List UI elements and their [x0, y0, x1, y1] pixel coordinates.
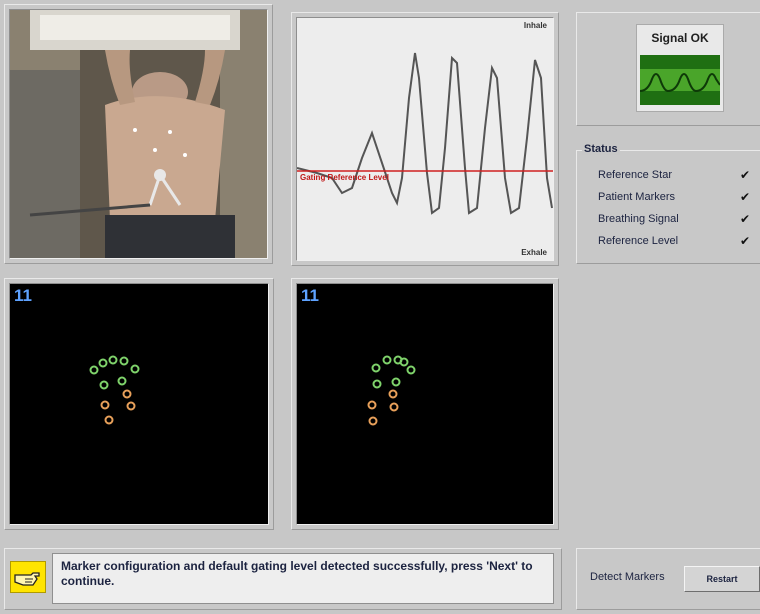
- marker: [391, 377, 401, 387]
- left-marker-pattern: [89, 355, 140, 425]
- check-icon: ✔: [739, 168, 750, 182]
- left-camera-number: 11: [14, 286, 32, 305]
- breathing-graph-panel: Inhale Gating Reference Level Exhale: [291, 12, 559, 266]
- right-marker-pattern: [367, 355, 416, 426]
- signal-ok-indicator: Signal OK: [636, 24, 724, 112]
- pointing-hand-icon: [10, 561, 46, 593]
- detect-markers-label: Detect Markers: [590, 571, 665, 583]
- marker: [406, 365, 416, 375]
- status-item: Reference Star ✔: [598, 168, 750, 182]
- marker: [119, 356, 129, 366]
- status-item: Patient Markers ✔: [598, 190, 750, 204]
- check-icon: ✔: [739, 212, 750, 226]
- status-message: Marker configuration and default gating …: [61, 559, 533, 588]
- marker: [372, 379, 382, 389]
- patient-video: [9, 9, 268, 259]
- marker: [122, 389, 132, 399]
- status-item-label: Patient Markers: [598, 191, 676, 203]
- left-camera-view: 11: [9, 283, 269, 525]
- marker: [126, 401, 136, 411]
- marker: [382, 355, 392, 365]
- marker: [99, 380, 109, 390]
- marker: [367, 400, 377, 410]
- check-icon: ✔: [739, 234, 750, 248]
- marker: [104, 415, 114, 425]
- status-item: Breathing Signal ✔: [598, 212, 750, 226]
- marker: [100, 400, 110, 410]
- status-title: Status: [582, 143, 620, 155]
- gating-reference-label: Gating Reference Level: [300, 173, 389, 182]
- marker: [388, 389, 398, 399]
- breathing-waveform: [297, 52, 553, 215]
- marker: [89, 365, 99, 375]
- message-box: Marker configuration and default gating …: [52, 553, 554, 604]
- right-camera-panel: 11: [291, 278, 559, 530]
- marker: [389, 402, 399, 412]
- restart-button[interactable]: Restart: [684, 566, 760, 592]
- marker: [130, 364, 140, 374]
- signal-ok-title: Signal OK: [651, 31, 709, 45]
- signal-wave-icon: [639, 55, 721, 105]
- status-item-label: Breathing Signal: [598, 213, 679, 225]
- status-item-label: Reference Level: [598, 235, 679, 247]
- marker: [117, 376, 127, 386]
- check-icon: ✔: [739, 190, 750, 204]
- breathing-signal-line: [297, 52, 553, 215]
- marker: [108, 355, 118, 365]
- status-item: Reference Level ✔: [598, 234, 750, 248]
- marker: [98, 358, 108, 368]
- breathing-graph: Inhale Gating Reference Level Exhale: [296, 17, 554, 261]
- marker: [371, 363, 381, 373]
- right-camera-view: 11: [296, 283, 554, 525]
- right-camera-number: 11: [301, 286, 319, 305]
- marker: [368, 416, 378, 426]
- patient-video-panel: [4, 4, 273, 264]
- status-item-label: Reference Star: [598, 169, 672, 181]
- left-camera-panel: 11: [4, 278, 274, 530]
- exhale-label: Exhale: [521, 248, 547, 257]
- inhale-label: Inhale: [523, 21, 547, 30]
